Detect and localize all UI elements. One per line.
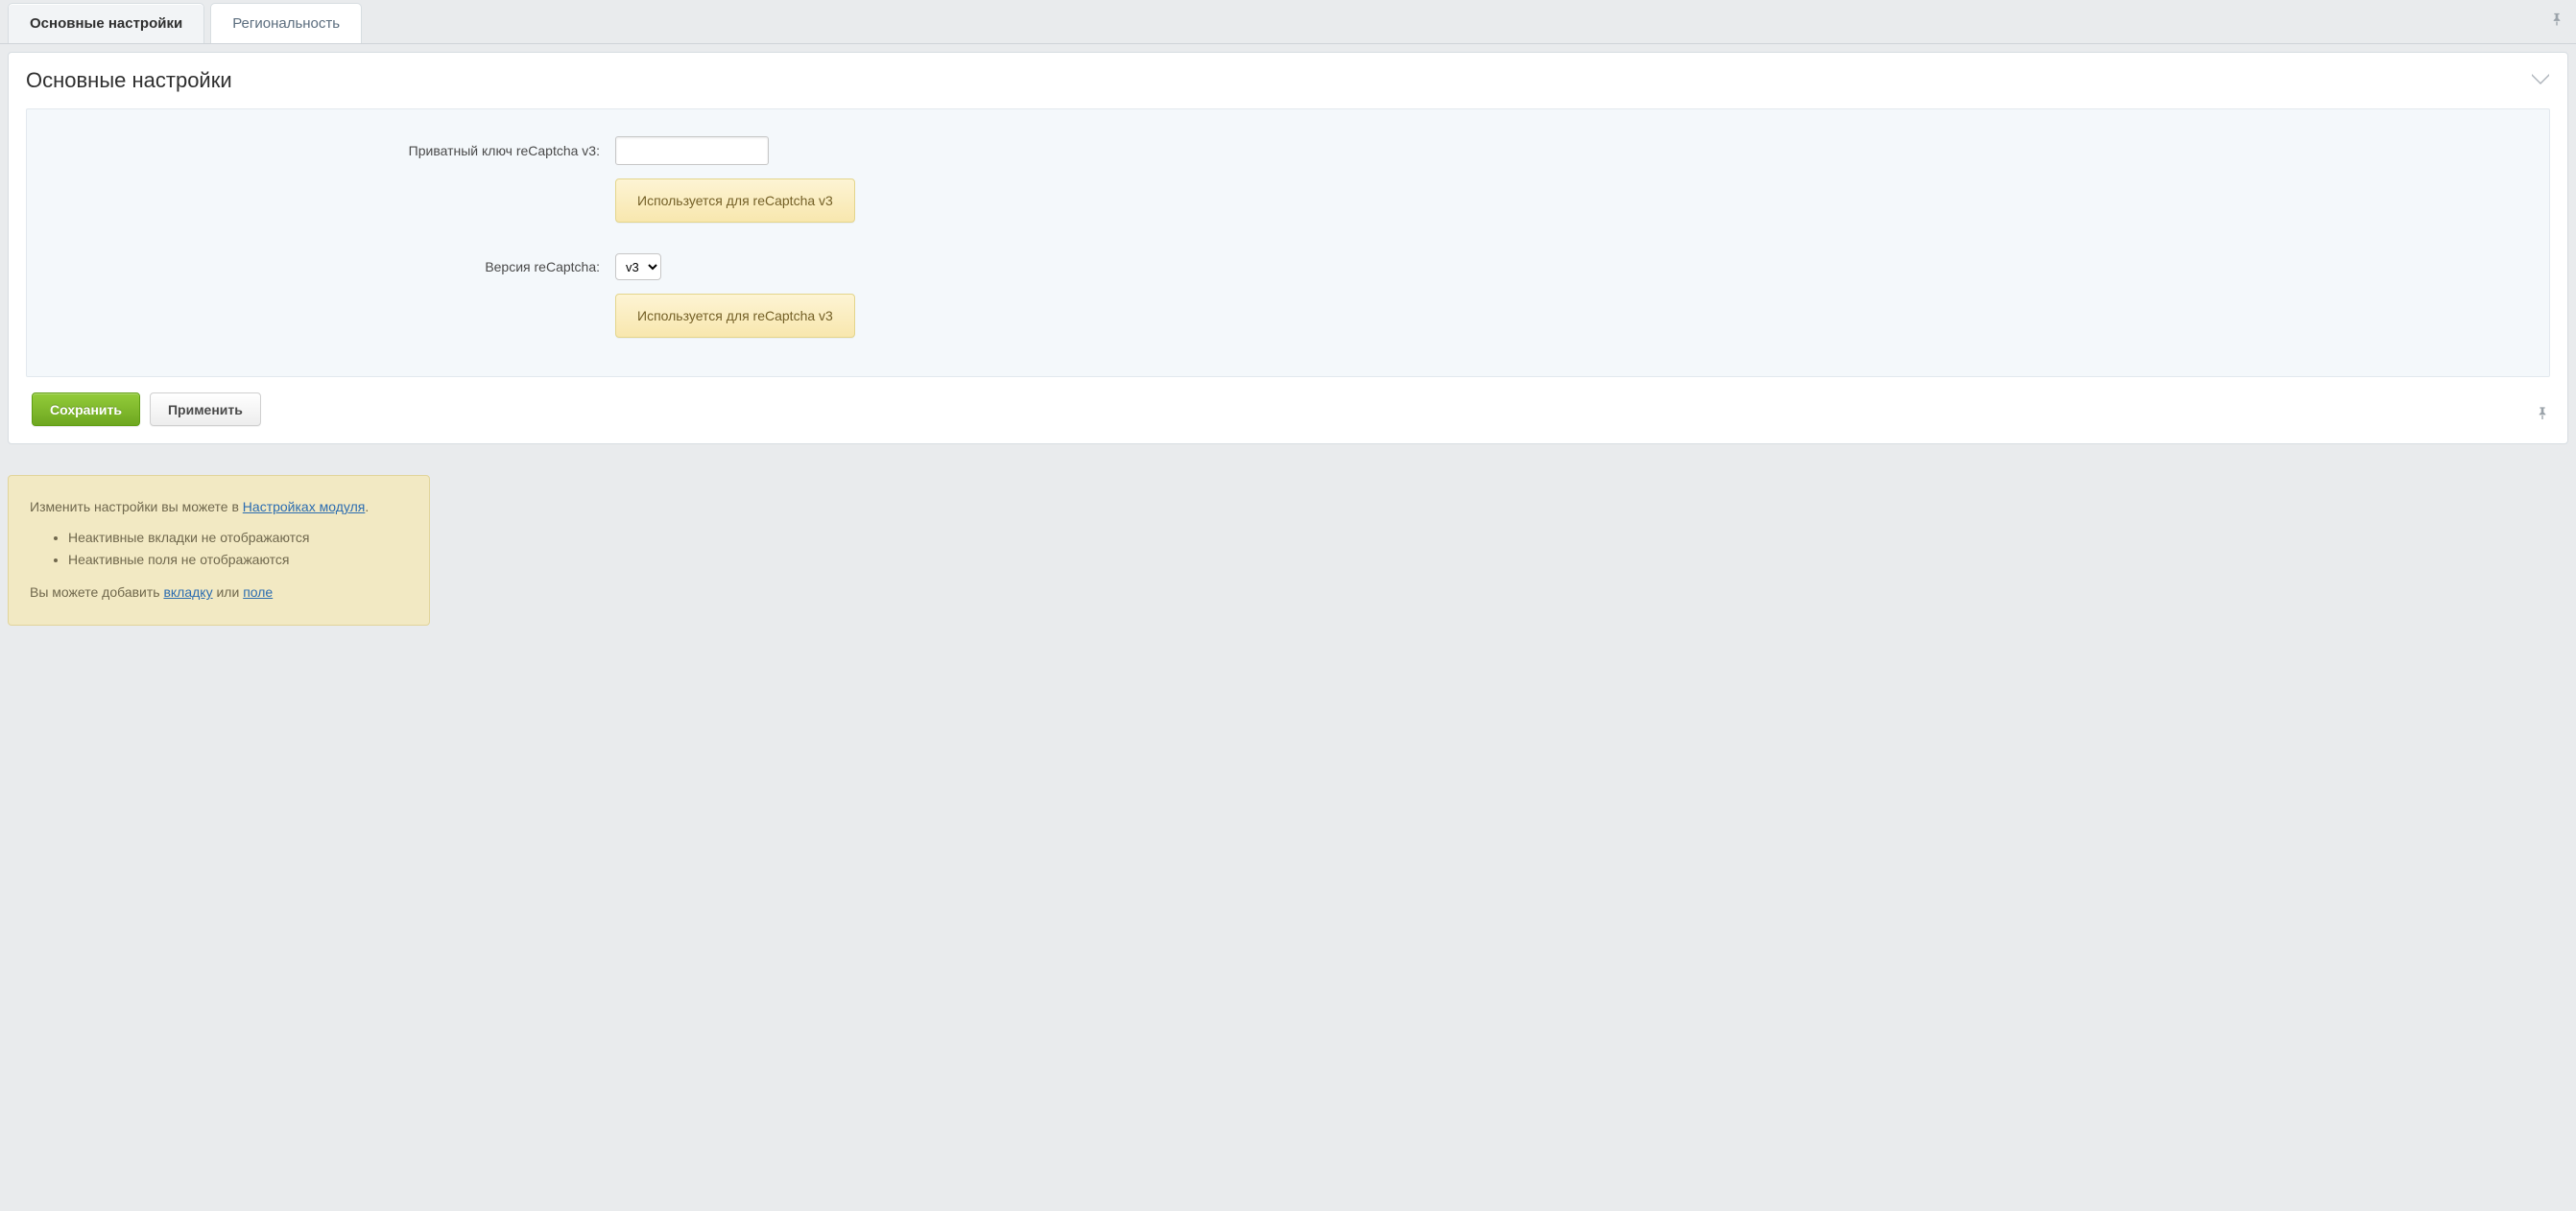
info-spacer-2 (44, 294, 615, 338)
info-row-2: Используется для reCaptcha v3 (44, 294, 2532, 338)
button-bar: Сохранить Применить (9, 377, 2567, 426)
note-line1-prefix: Изменить настройки вы можете в (30, 499, 243, 514)
note-bullet-1: Неактивные вкладки не отображаются (68, 528, 408, 549)
tab-main-label: Основные настройки (30, 15, 182, 32)
private-key-field (615, 136, 2532, 165)
note-line2-prefix: Вы можете добавить (30, 584, 163, 600)
apply-button-label: Применить (168, 402, 243, 417)
note-line1-suffix: . (365, 499, 369, 514)
info-field-1: Используется для reCaptcha v3 (615, 178, 855, 223)
chevron-down-icon[interactable] (2531, 73, 2550, 89)
private-key-input[interactable] (615, 136, 769, 165)
note-line2-mid: или (213, 584, 244, 600)
private-key-label: Приватный ключ reCaptcha v3: (44, 143, 615, 158)
info-button-1[interactable]: Используется для reCaptcha v3 (615, 178, 855, 223)
info-field-2: Используется для reCaptcha v3 (615, 294, 855, 338)
tab-main[interactable]: Основные настройки (8, 3, 204, 43)
note-box: Изменить настройки вы можете в Настройка… (8, 475, 430, 626)
note-bullet-2: Неактивные поля не отображаются (68, 550, 408, 571)
version-select[interactable]: v3 (615, 253, 661, 280)
row-private-key: Приватный ключ reCaptcha v3: (44, 136, 2532, 165)
info-button-2[interactable]: Используется для reCaptcha v3 (615, 294, 855, 338)
note-line-2: Вы можете добавить вкладку или поле (30, 582, 408, 604)
panel-header: Основные настройки (9, 53, 2567, 99)
save-button-label: Сохранить (50, 402, 122, 417)
tabs-bar: Основные настройки Региональность (0, 0, 2576, 44)
version-label: Версия reCaptcha: (44, 259, 615, 274)
form-area: Приватный ключ reCaptcha v3: Используетс… (26, 108, 2550, 377)
pin-icon[interactable] (2549, 12, 2564, 32)
pin-icon-footer[interactable] (2535, 406, 2550, 424)
info-spacer-1 (44, 178, 615, 223)
tabs-container: Основные настройки Региональность (8, 0, 362, 43)
note-list: Неактивные вкладки не отображаются Неакт… (68, 528, 408, 571)
panel-title: Основные настройки (26, 68, 232, 93)
note-add-field-link[interactable]: поле (243, 584, 273, 600)
apply-button[interactable]: Применить (150, 392, 261, 426)
tab-regional-label: Региональность (232, 15, 340, 32)
info-row-1: Используется для reCaptcha v3 (44, 178, 2532, 223)
info-button-2-label: Используется для reCaptcha v3 (637, 308, 833, 323)
row-version: Версия reCaptcha: v3 (44, 253, 2532, 280)
version-field: v3 (615, 253, 2532, 280)
note-line-1: Изменить настройки вы можете в Настройка… (30, 497, 408, 518)
note-add-tab-link[interactable]: вкладку (163, 584, 212, 600)
settings-panel: Основные настройки Приватный ключ reCapt… (8, 52, 2568, 444)
note-settings-link[interactable]: Настройках модуля (243, 499, 366, 514)
save-button[interactable]: Сохранить (32, 392, 140, 426)
tab-regional[interactable]: Региональность (210, 3, 362, 43)
info-button-1-label: Используется для reCaptcha v3 (637, 193, 833, 208)
